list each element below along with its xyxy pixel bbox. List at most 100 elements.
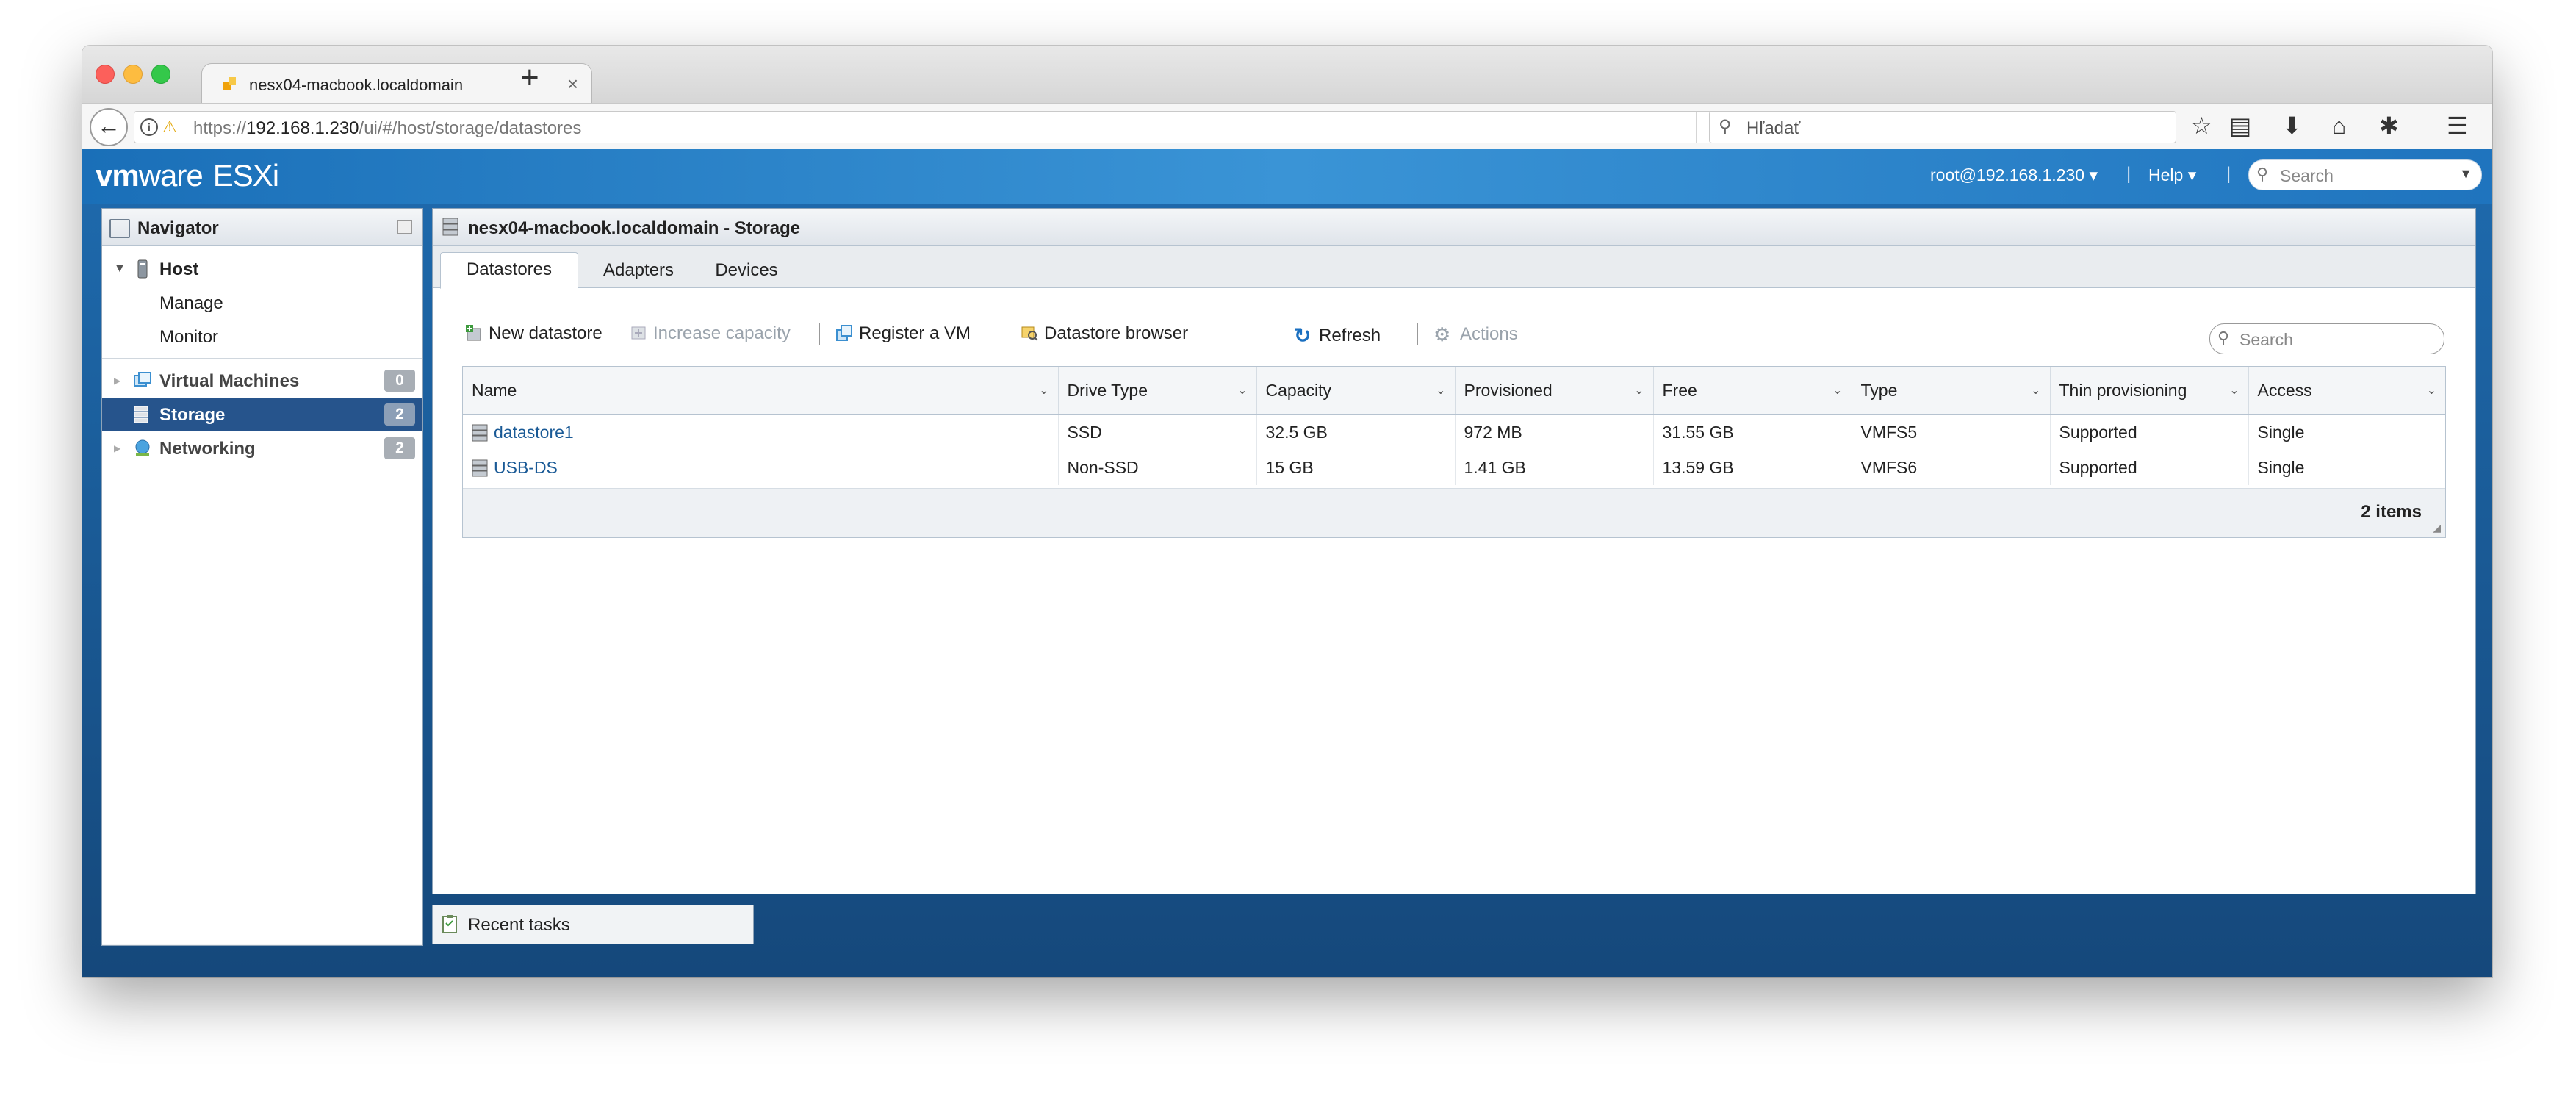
networking-count-badge: 2: [384, 437, 415, 459]
cell-free: 31.55 GB: [1653, 414, 1852, 450]
datastore-search-input[interactable]: ⚲ Search: [2209, 323, 2444, 354]
nav-networking-label: Networking: [159, 439, 256, 459]
chevron-down-icon[interactable]: ⌄: [2427, 383, 2436, 398]
warning-lock-icon[interactable]: ⚠: [162, 118, 177, 137]
nav-item-networking[interactable]: ▶ Networking 2: [102, 431, 422, 465]
table-row[interactable]: datastore1 SSD 32.5 GB 972 MB 31.55 GB V…: [463, 414, 2445, 450]
tab-adapters[interactable]: Adapters: [587, 254, 690, 287]
increase-capacity-button[interactable]: Increase capacity: [630, 323, 791, 344]
tab-close-icon[interactable]: ×: [567, 73, 578, 96]
recent-tasks-bar[interactable]: Recent tasks: [432, 905, 754, 944]
user-menu[interactable]: root@192.168.1.230 ▾: [1930, 165, 2098, 185]
cell-name[interactable]: USB-DS: [463, 450, 1059, 485]
reading-list-icon[interactable]: ▤: [2229, 112, 2251, 139]
column-header-access[interactable]: Access ⌄: [2248, 367, 2445, 415]
expand-triangle-icon[interactable]: ▶: [114, 376, 120, 386]
nav-item-manage[interactable]: Manage: [102, 286, 422, 320]
info-icon[interactable]: i: [140, 118, 158, 136]
close-window-button[interactable]: [96, 65, 115, 84]
chevron-down-icon[interactable]: ⌄: [1436, 383, 1445, 398]
cell-free: 13.59 GB: [1653, 450, 1852, 485]
expand-triangle-icon[interactable]: ▼: [114, 262, 126, 276]
toolbar-separator: [819, 323, 820, 345]
actions-button[interactable]: ⚙ Actions: [1433, 323, 1518, 345]
search-icon: ⚲: [2256, 165, 2269, 183]
header-search-input[interactable]: ⚲ Search ▼: [2248, 159, 2482, 190]
nav-monitor-label: Monitor: [159, 327, 219, 347]
collapse-panel-icon[interactable]: [397, 220, 412, 234]
register-vm-button[interactable]: Register a VM: [835, 323, 971, 344]
datastore-link[interactable]: datastore1: [494, 423, 574, 442]
tab-devices[interactable]: Devices: [699, 254, 794, 287]
cell-access: Single: [2257, 457, 2305, 477]
chevron-down-icon[interactable]: ⌄: [1634, 383, 1644, 398]
chevron-down-icon[interactable]: ⌄: [2229, 383, 2239, 398]
header-search-placeholder: Search: [2280, 166, 2334, 185]
table-row[interactable]: USB-DS Non-SSD 15 GB 1.41 GB 13.59 GB VM…: [463, 450, 2445, 485]
gear-icon: ⚙: [1433, 323, 1451, 345]
host-icon: [137, 259, 148, 279]
column-header-type[interactable]: Type ⌄: [1852, 367, 2051, 415]
chevron-down-icon[interactable]: ⌄: [1039, 383, 1048, 398]
tasks-clipboard-icon: [442, 915, 457, 933]
browser-search-input[interactable]: ⚲ Hľadať: [1709, 111, 2176, 143]
nav-item-monitor[interactable]: Monitor: [102, 320, 422, 354]
column-header-name[interactable]: Name ⌄: [463, 367, 1059, 415]
chevron-down-icon[interactable]: ⌄: [1237, 383, 1247, 398]
menu-icon[interactable]: ☰: [2447, 112, 2468, 139]
home-icon[interactable]: ⌂: [2332, 112, 2346, 139]
nav-divider: [102, 358, 422, 359]
help-menu[interactable]: Help ▾: [2148, 165, 2196, 185]
cell-access: Single: [2257, 422, 2305, 442]
tab-datastores[interactable]: Datastores: [440, 252, 578, 289]
refresh-button[interactable]: ↻ Refresh: [1294, 323, 1381, 347]
virtual-machines-icon: [134, 372, 151, 387]
nav-item-storage[interactable]: Storage 2: [102, 398, 422, 431]
bookmark-star-icon[interactable]: ☆: [2191, 112, 2212, 139]
zoom-window-button[interactable]: [151, 65, 170, 84]
new-tab-button[interactable]: +: [520, 62, 539, 94]
cell-name[interactable]: datastore1: [463, 414, 1059, 450]
expand-triangle-icon[interactable]: ▶: [114, 443, 120, 453]
datastore-browser-button[interactable]: Datastore browser: [1021, 323, 1188, 344]
column-header-thin-provisioning[interactable]: Thin provisioning ⌄: [2050, 367, 2249, 415]
browser-search-placeholder: Hľadať: [1746, 118, 1801, 138]
networking-icon: [135, 439, 150, 456]
chevron-down-icon[interactable]: ⌄: [1832, 383, 1842, 398]
new-datastore-button[interactable]: New datastore: [465, 323, 602, 344]
navigator-panel: Navigator ▼ Host Manage Monitor ▶ Virtua…: [101, 208, 423, 946]
item-count: 2 items: [2361, 502, 2422, 522]
chevron-down-icon[interactable]: ▼: [2459, 166, 2472, 182]
browser-nav-bar: ← i ⚠ https://192.168.1.230/ui/#/host/st…: [82, 103, 2492, 150]
nav-storage-label: Storage: [159, 405, 226, 425]
column-header-capacity[interactable]: Capacity ⌄: [1256, 367, 1456, 415]
recent-tasks-label: Recent tasks: [468, 915, 570, 935]
datastore-toolbar: New datastore Increase capacity Register…: [462, 319, 2446, 348]
search-icon: ⚲: [1719, 117, 1732, 137]
column-header-free[interactable]: Free ⌄: [1653, 367, 1852, 415]
page-title: nesx04-macbook.localdomain - Storage: [468, 218, 801, 238]
download-icon[interactable]: ⬇: [2282, 112, 2302, 139]
minimize-window-button[interactable]: [123, 65, 143, 84]
cell-drive-type: SSD: [1058, 414, 1257, 450]
datastore-search-placeholder: Search: [2239, 330, 2293, 349]
tab-strip: nesx04-macbook.localdomain × +: [82, 46, 2492, 105]
navigator-tree: ▼ Host Manage Monitor ▶ Virtual Machines…: [102, 246, 422, 944]
address-bar[interactable]: i ⚠ https://192.168.1.230/ui/#/host/stor…: [134, 111, 1744, 143]
nav-item-virtual-machines[interactable]: ▶ Virtual Machines 0: [102, 364, 422, 398]
column-header-drive-type[interactable]: Drive Type ⌄: [1058, 367, 1257, 415]
chevron-down-icon[interactable]: ⌄: [2031, 383, 2040, 398]
resize-handle-icon[interactable]: ◢: [2433, 522, 2441, 534]
table-header-row: Name ⌄ Drive Type ⌄ Capacity ⌄ Provisioned ⌄…: [463, 367, 2445, 415]
vmware-esxi-logo: vmware ESXi: [96, 158, 279, 193]
browser-window: nesx04-macbook.localdomain × + ← i ⚠ htt…: [82, 46, 2492, 977]
back-button[interactable]: ←: [90, 108, 128, 146]
column-header-provisioned[interactable]: Provisioned ⌄: [1455, 367, 1654, 415]
register-vm-icon: [836, 325, 852, 341]
cell-capacity: 32.5 GB: [1256, 414, 1456, 450]
main-panel: nesx04-macbook.localdomain - Storage Dat…: [432, 208, 2476, 894]
nav-item-host[interactable]: ▼ Host: [102, 252, 422, 286]
storage-count-badge: 2: [384, 403, 415, 426]
datastore-link[interactable]: USB-DS: [494, 458, 558, 477]
extension-icon[interactable]: ✱: [2379, 112, 2399, 139]
